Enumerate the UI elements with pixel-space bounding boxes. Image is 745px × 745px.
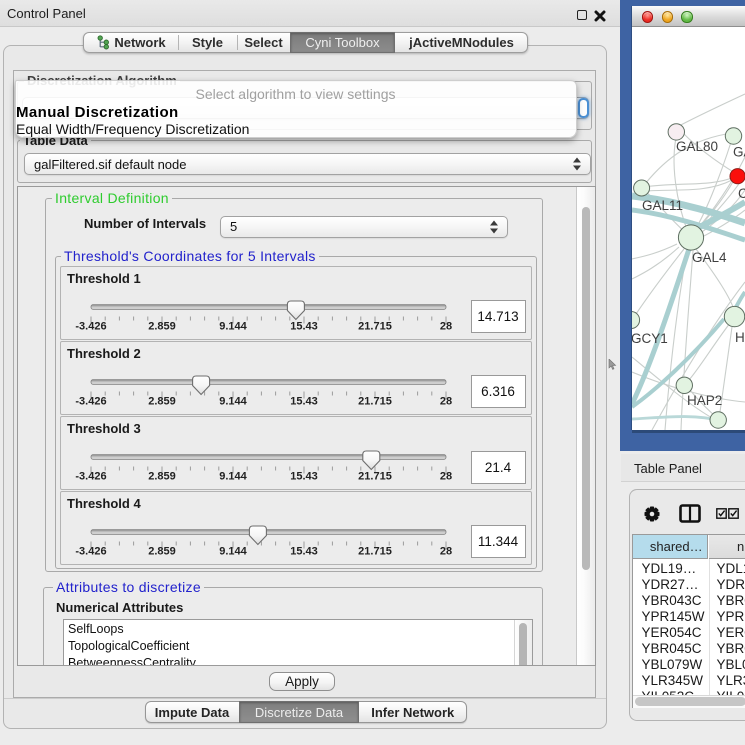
svg-text:-3.426: -3.426	[75, 471, 106, 483]
svg-text:15.43: 15.43	[290, 546, 318, 558]
svg-text:2.859: 2.859	[148, 396, 176, 408]
svg-text:-3.426: -3.426	[75, 396, 106, 408]
svg-text:15.43: 15.43	[290, 320, 318, 332]
svg-text:28: 28	[440, 546, 452, 558]
svg-text:15.43: 15.43	[290, 396, 318, 408]
svg-text:GAL11: GAL11	[642, 198, 683, 213]
svg-text:HAP2: HAP2	[687, 393, 722, 408]
svg-text:28: 28	[440, 471, 452, 483]
svg-text:21.715: 21.715	[358, 546, 392, 558]
svg-text:9.144: 9.144	[219, 396, 247, 408]
svg-text:28: 28	[440, 320, 452, 332]
svg-text:GCY1: GCY1	[632, 331, 668, 346]
svg-text:2.859: 2.859	[148, 320, 176, 332]
svg-text:2.859: 2.859	[148, 471, 176, 483]
svg-text:H: H	[735, 330, 745, 345]
svg-text:21.715: 21.715	[358, 396, 392, 408]
svg-text:C: C	[738, 186, 745, 201]
svg-text:-3.426: -3.426	[75, 546, 106, 558]
svg-text:GA: GA	[733, 145, 745, 160]
svg-text:-3.426: -3.426	[75, 320, 106, 332]
svg-text:9.144: 9.144	[219, 471, 247, 483]
svg-text:9.144: 9.144	[219, 320, 247, 332]
svg-text:GAL4: GAL4	[692, 250, 727, 265]
svg-text:21.715: 21.715	[358, 320, 392, 332]
svg-text:15.43: 15.43	[290, 471, 318, 483]
svg-text:9.144: 9.144	[219, 546, 247, 558]
svg-text:2.859: 2.859	[148, 546, 176, 558]
svg-text:21.715: 21.715	[358, 471, 392, 483]
svg-text:28: 28	[440, 396, 452, 408]
svg-text:GAL80: GAL80	[676, 139, 718, 154]
